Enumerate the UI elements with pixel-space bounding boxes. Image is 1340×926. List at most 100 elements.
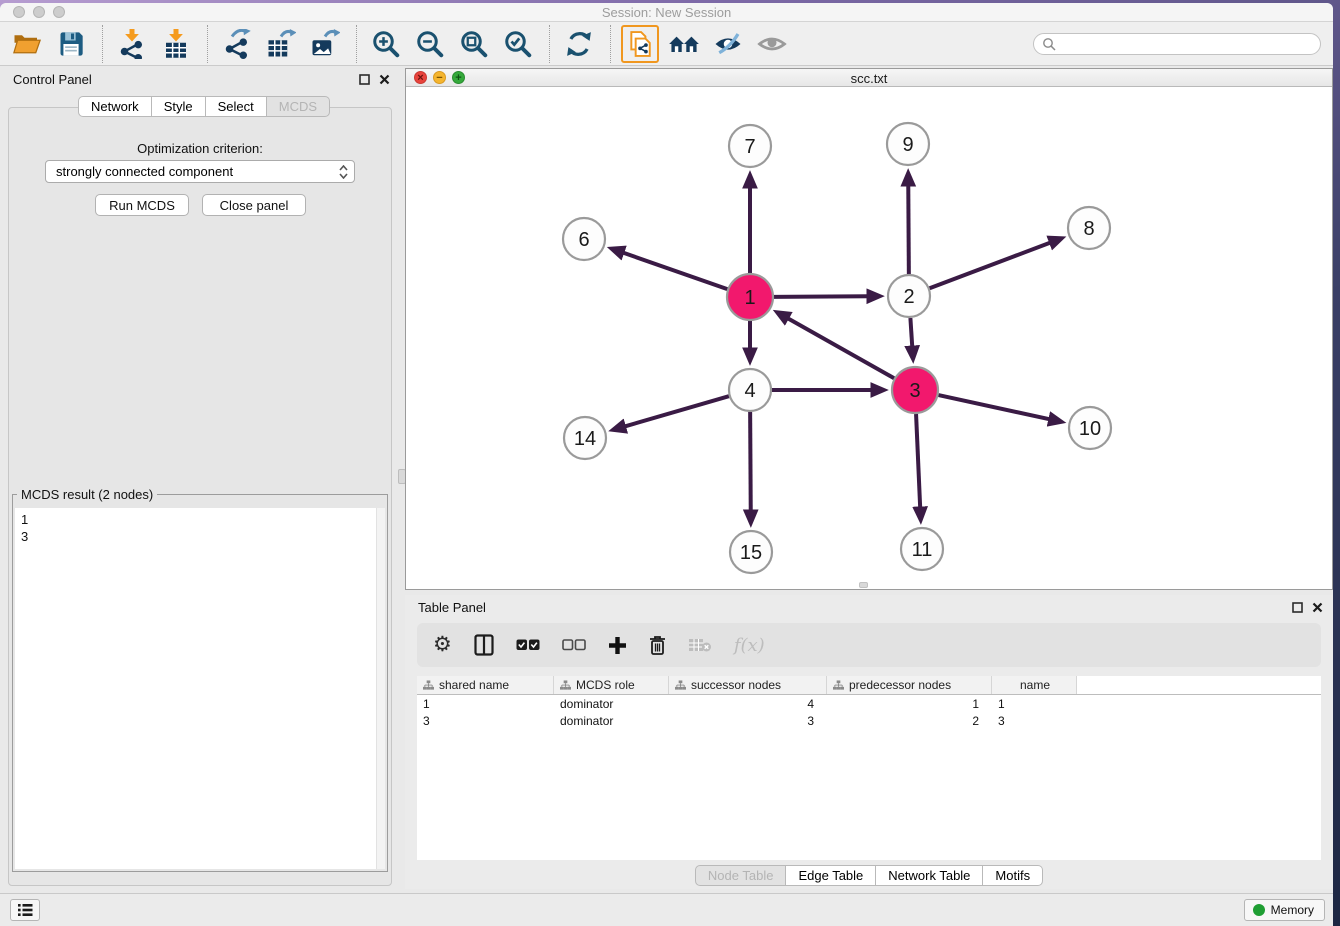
import-network-icon xyxy=(117,29,147,59)
graph-edge-4-14[interactable] xyxy=(624,396,729,426)
canvas-splitter-handle[interactable] xyxy=(859,582,868,588)
graph-edge-2-9[interactable] xyxy=(908,185,909,274)
refresh-button[interactable] xyxy=(560,25,598,63)
graph-edge-2-3[interactable] xyxy=(910,318,912,347)
criterion-dropdown[interactable]: strongly connected component xyxy=(45,160,355,183)
table-panel-title: Table Panel xyxy=(418,600,486,615)
copy-current-view-button[interactable] xyxy=(621,25,659,63)
zoom-out-button[interactable] xyxy=(411,25,449,63)
table-row: 3dominator323 xyxy=(417,712,1321,729)
control-panel-tabs: NetworkStyleSelectMCDS xyxy=(78,96,330,117)
graph-edge-2-8[interactable] xyxy=(930,242,1051,288)
show-selected-button[interactable] xyxy=(753,25,791,63)
float-panel-icon[interactable] xyxy=(359,74,370,85)
tab-select[interactable]: Select xyxy=(206,96,267,117)
zoom-in-icon xyxy=(371,29,401,59)
select-all-columns-button[interactable] xyxy=(516,639,540,651)
column-tree-icon xyxy=(423,680,434,691)
column-header-successor-nodes[interactable]: successor nodes xyxy=(669,676,827,694)
zoom-out-icon xyxy=(415,29,445,59)
column-chooser-button[interactable] xyxy=(474,634,494,656)
close-panel-icon[interactable] xyxy=(379,74,390,85)
hide-selected-button[interactable] xyxy=(709,25,747,63)
table-settings-button[interactable]: ⚙ xyxy=(433,635,452,655)
network-canvas[interactable]: 7968124314101511 xyxy=(406,87,1332,589)
import-network-button[interactable] xyxy=(113,25,151,63)
network-view-window: × − + scc.txt 7968124314101511 xyxy=(405,68,1333,590)
export-image-icon xyxy=(310,29,340,59)
task-history-button[interactable] xyxy=(10,899,40,921)
zoom-in-button[interactable] xyxy=(367,25,405,63)
table-cell[interactable]: 1 xyxy=(417,695,554,712)
control-panel-title: Control Panel xyxy=(13,72,92,87)
import-table-icon xyxy=(161,29,191,59)
search-input[interactable] xyxy=(1061,37,1312,51)
table-cell[interactable]: 1 xyxy=(992,695,1077,712)
table-cell[interactable]: 3 xyxy=(417,712,554,729)
table-cell[interactable]: 4 xyxy=(669,695,827,712)
table-cell[interactable]: 2 xyxy=(827,712,992,729)
graph-edge-4-15[interactable] xyxy=(750,412,751,511)
graph-edge-1-6[interactable] xyxy=(623,253,728,290)
save-session-button[interactable] xyxy=(52,25,90,63)
table-cell[interactable]: 3 xyxy=(669,712,827,729)
dropdown-stepper-icon xyxy=(339,165,348,179)
tab-network-table[interactable]: Network Table xyxy=(876,865,983,886)
column-header-predecessor-nodes[interactable]: predecessor nodes xyxy=(827,676,992,694)
hide-selected-icon xyxy=(713,29,743,59)
run-mcds-button[interactable]: Run MCDS xyxy=(95,194,189,216)
graph-node-label: 1 xyxy=(744,287,755,309)
graph-node-label: 11 xyxy=(912,539,933,561)
list-icon xyxy=(17,903,33,917)
copy-current-view-icon xyxy=(627,31,653,57)
graph-edge-1-2[interactable] xyxy=(774,296,868,297)
export-table-button[interactable] xyxy=(262,25,300,63)
refresh-icon xyxy=(564,29,594,59)
show-all-networks-button[interactable] xyxy=(665,25,703,63)
tab-style[interactable]: Style xyxy=(152,96,206,117)
float-panel-icon[interactable] xyxy=(1292,602,1303,613)
tab-node-table[interactable]: Node Table xyxy=(695,865,787,886)
table-cell[interactable]: 1 xyxy=(827,695,992,712)
network-window-title: scc.txt xyxy=(406,71,1332,86)
graph-node-label: 7 xyxy=(744,136,755,158)
tab-network[interactable]: Network xyxy=(78,96,152,117)
delete-column-button[interactable] xyxy=(649,635,666,655)
graph-node-label: 8 xyxy=(1083,218,1094,240)
table-cell[interactable]: 3 xyxy=(992,712,1077,729)
import-table-button[interactable] xyxy=(157,25,195,63)
table-cell[interactable]: dominator xyxy=(554,695,669,712)
graph-edge-3-11[interactable] xyxy=(916,414,920,508)
column-header-MCDS-role[interactable]: MCDS role xyxy=(554,676,669,694)
mcds-result-title: MCDS result (2 nodes) xyxy=(17,487,157,502)
graph-node-label: 10 xyxy=(1079,418,1101,440)
graph-edge-3-10[interactable] xyxy=(938,395,1049,419)
column-header-name[interactable]: name xyxy=(992,676,1077,694)
deselect-all-columns-icon xyxy=(562,639,586,651)
delete-table-button[interactable] xyxy=(688,637,712,653)
export-network-button[interactable] xyxy=(218,25,256,63)
add-column-button[interactable] xyxy=(608,636,627,655)
deselect-all-columns-button[interactable] xyxy=(562,639,586,651)
close-panel-button[interactable]: Close panel xyxy=(202,194,306,216)
mcds-result-text[interactable]: 1 3 xyxy=(15,508,385,869)
result-scrollbar[interactable] xyxy=(376,508,385,869)
open-session-button[interactable] xyxy=(8,25,46,63)
tab-motifs[interactable]: Motifs xyxy=(983,865,1043,886)
column-header-shared-name[interactable]: shared name xyxy=(417,676,554,694)
tab-edge-table[interactable]: Edge Table xyxy=(786,865,876,886)
table-cell[interactable]: dominator xyxy=(554,712,669,729)
apply-function-button[interactable]: f(x) xyxy=(734,635,765,656)
toolbar-separator xyxy=(356,25,357,63)
close-panel-icon[interactable] xyxy=(1312,602,1323,613)
zoom-fit-button[interactable] xyxy=(455,25,493,63)
graph-edge-3-1[interactable] xyxy=(787,318,894,378)
show-all-networks-icon xyxy=(668,29,700,59)
window-title: Session: New Session xyxy=(0,5,1333,20)
export-image-button[interactable] xyxy=(306,25,344,63)
tab-mcds[interactable]: MCDS xyxy=(267,96,330,117)
zoom-selected-button[interactable] xyxy=(499,25,537,63)
memory-button[interactable]: Memory xyxy=(1244,899,1325,921)
application-window: Session: New Session xyxy=(0,3,1333,926)
search-field[interactable] xyxy=(1033,33,1321,55)
